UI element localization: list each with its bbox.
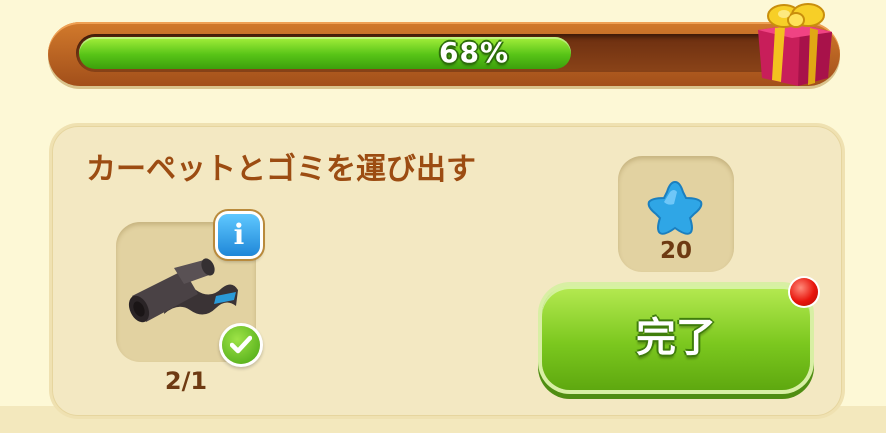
reward-slot[interactable]: 20 (618, 156, 734, 272)
item-info-button[interactable]: i (218, 214, 260, 256)
progress-track: 68% (76, 34, 806, 72)
game-screen: 68% カーペットとゴミを運び出す i 2/1 20 完了 (0, 0, 886, 433)
quest-progress-bar: 68% (48, 22, 840, 86)
notification-dot (790, 278, 818, 306)
info-icon: i (233, 218, 245, 251)
item-complete-badge (222, 326, 260, 364)
blue-star-icon (647, 180, 703, 235)
complete-button-label: 完了 (636, 315, 716, 361)
quest-panel: カーペットとゴミを運び出す i 2/1 20 完了 (52, 126, 842, 416)
quest-title: カーペットとゴミを運び出す (86, 152, 476, 187)
reward-amount: 20 (659, 238, 692, 264)
item-count: 2/1 (164, 367, 208, 395)
complete-button[interactable]: 完了 (542, 278, 818, 390)
gift-box-icon[interactable] (748, 0, 838, 88)
checkmark-icon (230, 335, 252, 354)
carpet-roll-icon (128, 258, 238, 323)
progress-percent-label: 68% (438, 36, 510, 69)
